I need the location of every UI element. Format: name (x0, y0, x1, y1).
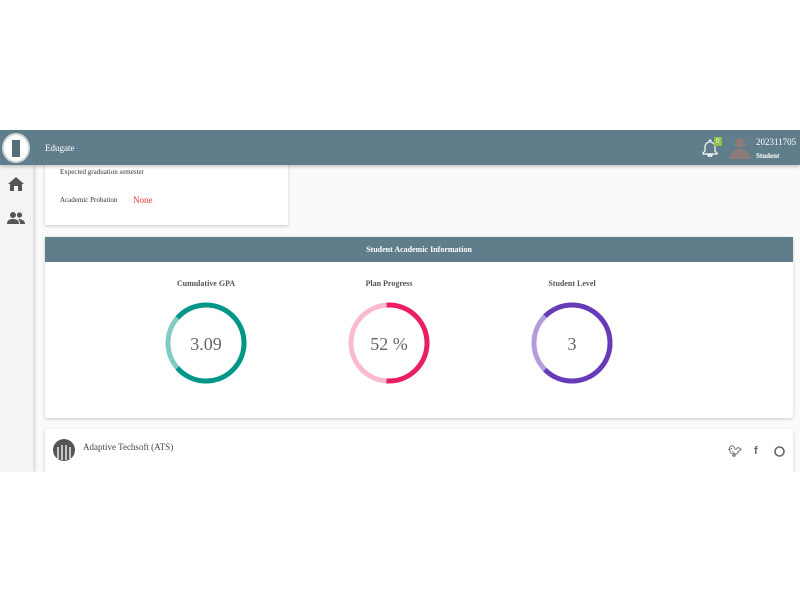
app: Edugate 0 202311705 Student Expected gra… (0, 130, 800, 472)
gauge-value: 3.09 (190, 334, 222, 354)
avatar[interactable] (730, 137, 750, 159)
edugate-logo[interactable] (2, 133, 30, 163)
gauge-label: Plan Progress (365, 279, 413, 288)
company-name: Adaptive Techsoft (ATS) (83, 442, 174, 452)
sidebar (0, 165, 33, 472)
app-title: Edugate (45, 143, 75, 153)
gauge-value: 3 (568, 334, 577, 354)
facebook-icon[interactable]: f (754, 445, 758, 457)
github-icon[interactable] (774, 446, 785, 457)
notification-badge: 0 (714, 137, 722, 146)
people-icon[interactable] (7, 210, 25, 226)
gauge-student-level: Student Level 3 (512, 279, 632, 386)
gauge-label: Cumulative GPA (176, 279, 236, 288)
gauge-label: Student Level (548, 279, 596, 288)
academic-info-card: Student Academic Information Cumulative … (45, 237, 793, 418)
ats-logo (53, 439, 75, 461)
home-icon[interactable] (7, 176, 25, 192)
top-bar: Edugate 0 202311705 Student (0, 130, 800, 165)
academic-info-title: Student Academic Information (45, 237, 793, 262)
academic-probation-value: None (133, 195, 153, 205)
footer: Adaptive Techsoft (ATS) 🐦︎ f (45, 429, 793, 472)
gauge-gpa: Cumulative GPA 3.09 (146, 279, 266, 386)
academic-probation-label: Academic Probation (60, 196, 118, 204)
user-role: Student (756, 152, 780, 160)
twitter-icon[interactable]: 🐦︎ (728, 445, 742, 458)
gauge-value: 52 % (370, 334, 408, 354)
gauge-plan-progress: Plan Progress 52 % (329, 279, 449, 386)
user-id: 202311705 (756, 137, 797, 147)
expected-graduation-label: Expected graduation semester (60, 168, 144, 176)
